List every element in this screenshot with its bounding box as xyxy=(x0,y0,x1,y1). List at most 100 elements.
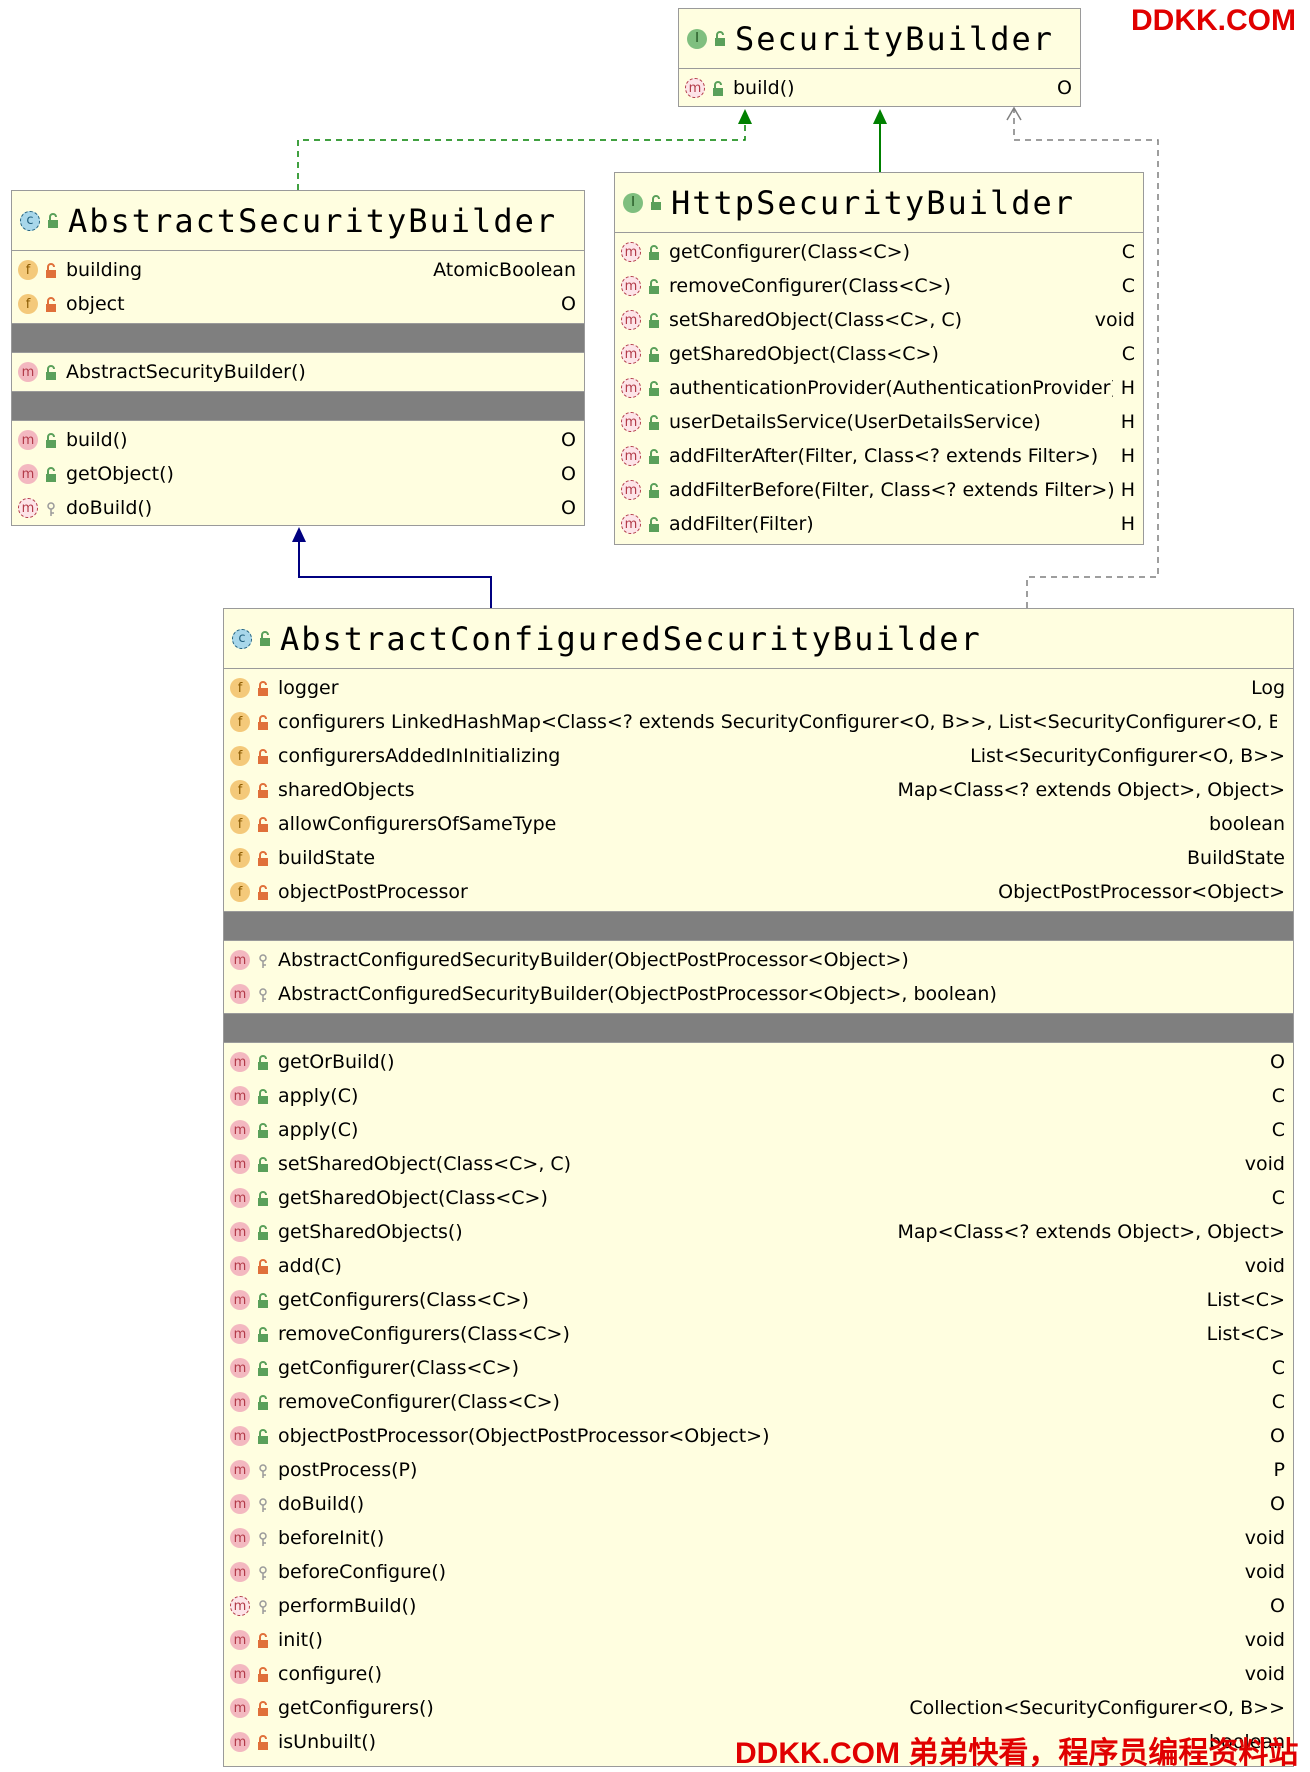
inheritance-line xyxy=(298,538,492,608)
method-row[interactable]: m removeConfigurer(Class<C>) C xyxy=(615,269,1143,303)
method-row[interactable]: m addFilter(Filter) H xyxy=(615,507,1143,541)
public-visibility-icon xyxy=(711,80,725,96)
method-row[interactable]: m configure() void xyxy=(224,1657,1293,1691)
abstract-security-builder-box[interactable]: c AbstractSecurityBuilder f building Atomi… xyxy=(11,190,585,526)
method-label: getOrBuild() xyxy=(278,1051,395,1073)
field-row[interactable]: f object O xyxy=(12,287,584,321)
method-row[interactable]: m init() void xyxy=(224,1623,1293,1657)
field-row[interactable]: f sharedObjects Map<Class<? extends Object… xyxy=(224,773,1293,807)
method-row[interactable]: m apply(C) C xyxy=(224,1079,1293,1113)
method-row[interactable]: m addFilterAfter(Filter, Class<? extends … xyxy=(615,439,1143,473)
method-type: C xyxy=(1271,1391,1285,1413)
interface-icon: I xyxy=(687,28,707,49)
abstract-method-icon: m xyxy=(621,446,641,466)
method-row[interactable]: m userDetailsService(UserDetailsService) H xyxy=(615,405,1143,439)
method-row[interactable]: m objectPostProcessor(ObjectPostProcessor… xyxy=(224,1419,1293,1453)
http-security-builder-header: I HttpSecurityBuilder xyxy=(615,173,1143,233)
public-visibility-icon xyxy=(647,482,661,498)
method-row[interactable]: m beforeInit() void xyxy=(224,1521,1293,1555)
method-label: getConfigurers() xyxy=(278,1697,434,1719)
security-builder-header: I SecurityBuilder xyxy=(679,9,1080,69)
method-row[interactable]: m setSharedObject(Class<C>, C) void xyxy=(224,1147,1293,1181)
method-label: AbstractConfiguredSecurityBuilder(Object… xyxy=(278,983,997,1005)
methods-section: m getConfigurer(Class<C>) Cm removeConfigur… xyxy=(615,233,1143,543)
field-row[interactable]: f buildState BuildState xyxy=(224,841,1293,875)
method-icon: m xyxy=(230,1290,250,1310)
method-type: void xyxy=(1244,1153,1285,1175)
method-label: objectPostProcessor(ObjectPostProcessor<… xyxy=(278,1425,770,1447)
field-label: allowConfigurersOfSameType xyxy=(278,813,557,835)
method-row[interactable]: m getSharedObjects() Map<Class<? extends O… xyxy=(224,1215,1293,1249)
public-visibility-icon xyxy=(647,380,661,396)
method-row[interactable]: m addFilterBefore(Filter, Class<? extends… xyxy=(615,473,1143,507)
private-lock-icon xyxy=(256,1632,270,1648)
abstract-configured-security-builder-box[interactable]: c AbstractConfiguredSecurityBuilder f log… xyxy=(223,608,1294,1767)
method-row[interactable]: m build() O xyxy=(12,423,584,457)
http-security-builder-box[interactable]: I HttpSecurityBuilder m getConfigurer(Cla… xyxy=(614,172,1144,545)
method-row[interactable]: m getConfigurers() Collection<SecurityConf… xyxy=(224,1691,1293,1725)
method-row[interactable]: m postProcess(P) P xyxy=(224,1453,1293,1487)
private-lock-icon xyxy=(256,1734,270,1750)
constructor-row[interactable]: m AbstractSecurityBuilder() xyxy=(12,355,584,389)
constructor-row[interactable]: m AbstractConfiguredSecurityBuilder(Objec… xyxy=(224,943,1293,977)
public-visibility-icon xyxy=(256,1360,270,1376)
method-icon: m xyxy=(230,1052,250,1072)
field-label: buildState xyxy=(278,847,376,869)
abstract-method-icon: m xyxy=(230,1596,250,1616)
method-label: getConfigurers(Class<C>) xyxy=(278,1289,529,1311)
method-label: removeConfigurer(Class<C>) xyxy=(278,1391,560,1413)
method-type: H xyxy=(1120,377,1135,399)
abstract-configured-security-builder-header: c AbstractConfiguredSecurityBuilder xyxy=(224,609,1293,669)
field-row[interactable]: f building AtomicBoolean xyxy=(12,253,584,287)
field-row[interactable]: f logger Log xyxy=(224,671,1293,705)
methods-section: m getOrBuild() Om apply(C) Cm apply(C) Cm setSh… xyxy=(224,1043,1293,1761)
security-builder-box[interactable]: I SecurityBuilder m build() O xyxy=(678,8,1081,107)
method-row[interactable]: m build() O xyxy=(679,71,1080,105)
field-type: ObjectPostProcessor<Object> xyxy=(998,881,1285,903)
method-row[interactable]: m doBuild() O xyxy=(12,491,584,525)
method-row[interactable]: m getOrBuild() O xyxy=(224,1045,1293,1079)
method-icon: m xyxy=(230,1222,250,1242)
constructors-section: m AbstractSecurityBuilder() xyxy=(12,353,584,391)
method-label: AbstractConfiguredSecurityBuilder(Object… xyxy=(278,949,909,971)
method-row[interactable]: m doBuild() O xyxy=(224,1487,1293,1521)
method-row[interactable]: m authenticationProvider(AuthenticationPr… xyxy=(615,371,1143,405)
method-row[interactable]: m getConfigurer(Class<C>) C xyxy=(615,235,1143,269)
method-label: addFilter(Filter) xyxy=(669,513,814,535)
abstract-method-icon: m xyxy=(621,276,641,296)
method-icon: m xyxy=(230,1188,250,1208)
method-type: O xyxy=(561,429,576,451)
field-row[interactable]: f configurers LinkedHashMap<Class<? exten… xyxy=(224,705,1293,739)
method-row[interactable]: m getConfigurers(Class<C>) List<C> xyxy=(224,1283,1293,1317)
abstract-method-icon: m xyxy=(621,310,641,330)
field-icon: f xyxy=(230,882,250,902)
method-row[interactable]: m performBuild() O xyxy=(224,1589,1293,1623)
method-row[interactable]: m removeConfigurers(Class<C>) List<C> xyxy=(224,1317,1293,1351)
method-row[interactable]: m beforeConfigure() void xyxy=(224,1555,1293,1589)
method-icon: m xyxy=(230,1630,250,1650)
private-lock-icon xyxy=(44,296,58,312)
field-row[interactable]: f objectPostProcessor ObjectPostProcessor<… xyxy=(224,875,1293,909)
field-icon: f xyxy=(230,814,250,834)
constructor-row[interactable]: m AbstractConfiguredSecurityBuilder(Objec… xyxy=(224,977,1293,1011)
method-row[interactable]: m apply(C) C xyxy=(224,1113,1293,1147)
field-row[interactable]: f configurersAddedInInitializing List<Secu… xyxy=(224,739,1293,773)
method-row[interactable]: m getConfigurer(Class<C>) C xyxy=(224,1351,1293,1385)
field-row[interactable]: f allowConfigurersOfSameType boolean xyxy=(224,807,1293,841)
method-row[interactable]: m setSharedObject(Class<C>, C) void xyxy=(615,303,1143,337)
fields-section: f logger Log f configurers LinkedHashMap<Cla… xyxy=(224,669,1293,911)
method-row[interactable]: m getObject() O xyxy=(12,457,584,491)
method-type: H xyxy=(1120,513,1135,535)
method-row[interactable]: m removeConfigurer(Class<C>) C xyxy=(224,1385,1293,1419)
field-icon: f xyxy=(18,294,38,314)
field-type: BuildState xyxy=(1187,847,1285,869)
method-label: setSharedObject(Class<C>, C) xyxy=(278,1153,572,1175)
field-icon: f xyxy=(230,848,250,868)
method-label: AbstractSecurityBuilder() xyxy=(66,361,306,383)
method-row[interactable]: m add(C) void xyxy=(224,1249,1293,1283)
method-row[interactable]: m getSharedObject(Class<C>) C xyxy=(224,1181,1293,1215)
abstract-method-icon: m xyxy=(621,344,641,364)
method-row[interactable]: m getSharedObject(Class<C>) C xyxy=(615,337,1143,371)
protected-key-icon xyxy=(256,1564,270,1580)
field-icon: f xyxy=(230,678,250,698)
